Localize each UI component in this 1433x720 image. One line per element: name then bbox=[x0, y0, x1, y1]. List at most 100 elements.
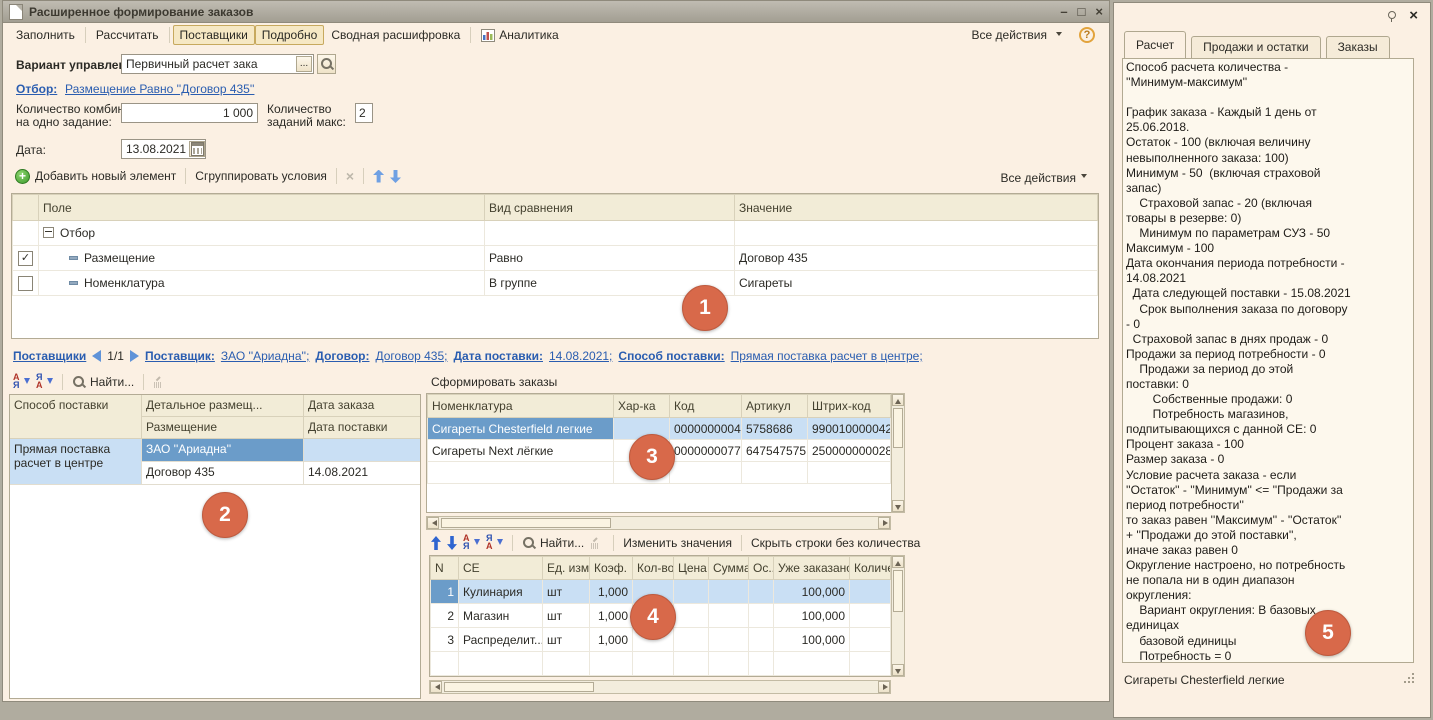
col-barcode[interactable]: Штрих-код bbox=[808, 395, 891, 418]
cell-delivery-date[interactable]: 14.08.2021 bbox=[304, 462, 421, 485]
tab-sales-and-stock[interactable]: Продажи и остатки bbox=[1191, 36, 1320, 58]
contract-value-link[interactable]: Договор 435; bbox=[375, 349, 447, 363]
combinations-input[interactable]: 1 000 bbox=[121, 103, 258, 123]
next-supplier-icon[interactable] bbox=[130, 350, 139, 362]
panel-close-button[interactable]: × bbox=[1409, 7, 1418, 24]
checkbox-checked[interactable]: ✓ bbox=[18, 251, 33, 266]
move-up-icon[interactable] bbox=[373, 170, 384, 183]
suppliers-toggle-button[interactable]: Поставщики bbox=[173, 25, 255, 45]
cell-delivery-method[interactable]: Прямая поставка расчет в центре bbox=[10, 439, 142, 485]
col-se[interactable]: СЕ bbox=[459, 557, 543, 580]
delivery-date-label-link[interactable]: Дата поставки: bbox=[453, 349, 543, 363]
delivery-method-value-link[interactable]: Прямая поставка расчет в центре; bbox=[731, 349, 923, 363]
scroll-left-button[interactable] bbox=[430, 681, 442, 693]
resize-grip[interactable] bbox=[1402, 671, 1416, 685]
cell-contract[interactable]: Договор 435 bbox=[142, 462, 304, 485]
all-actions-button[interactable]: Все действия bbox=[965, 25, 1069, 45]
filter-link-value[interactable]: Размещение Равно ''Договор 435'' bbox=[65, 82, 254, 96]
supplier-label-link[interactable]: Поставщик: bbox=[145, 349, 215, 363]
col-nomenclature[interactable]: Номенклатура bbox=[428, 395, 614, 418]
filter-row-nomenclature[interactable]: Номенклатура В группе Сигареты bbox=[13, 271, 1098, 296]
tab-calculation[interactable]: Расчет bbox=[1124, 31, 1186, 58]
scroll-thumb[interactable] bbox=[893, 570, 903, 612]
sort-ascending-icon[interactable]: АЯ bbox=[13, 374, 30, 390]
col-sum[interactable]: Сумма bbox=[709, 557, 749, 580]
help-icon[interactable]: ? bbox=[1079, 27, 1095, 43]
scroll-down-button[interactable] bbox=[892, 500, 904, 512]
analytics-button[interactable]: Аналитика bbox=[474, 25, 565, 45]
clear-search-icon[interactable] bbox=[590, 536, 604, 550]
col-delivery-method[interactable]: Способ поставки bbox=[10, 395, 142, 439]
col-placement[interactable]: Размещение bbox=[142, 417, 304, 439]
calendar-button[interactable] bbox=[189, 141, 205, 157]
ellipsis-button[interactable]: ... bbox=[296, 56, 312, 72]
hide-empty-rows-button[interactable]: Скрыть строки без количества bbox=[751, 536, 920, 550]
delete-icon[interactable]: × bbox=[346, 169, 354, 183]
cell-order-date[interactable] bbox=[304, 439, 421, 462]
prev-supplier-icon[interactable] bbox=[92, 350, 101, 362]
details-toggle-button[interactable]: Подробно bbox=[255, 25, 325, 45]
collapse-icon[interactable] bbox=[43, 227, 54, 238]
quantities-hscrollbar[interactable] bbox=[429, 680, 891, 694]
clear-search-icon[interactable] bbox=[153, 375, 167, 389]
nomenclature-hscrollbar[interactable] bbox=[426, 516, 891, 530]
col-delivery-date[interactable]: Дата поставки bbox=[304, 417, 421, 439]
col-qty[interactable]: Кол-во bbox=[633, 557, 674, 580]
supplier-value-link[interactable]: ЗАО ''Ариадна''; bbox=[221, 349, 310, 363]
move-up-icon[interactable] bbox=[431, 536, 441, 550]
calculation-text[interactable]: Способ расчета количества - ''Минимум-ма… bbox=[1122, 58, 1414, 663]
change-values-button[interactable]: Изменить значения bbox=[623, 536, 732, 550]
scroll-left-button[interactable] bbox=[427, 517, 439, 529]
col-already-ordered[interactable]: Уже заказано bbox=[774, 557, 850, 580]
scroll-up-button[interactable] bbox=[892, 394, 904, 406]
col-n[interactable]: N bbox=[431, 557, 459, 580]
scroll-thumb[interactable] bbox=[444, 682, 594, 692]
filter-col-comparison[interactable]: Вид сравнения bbox=[485, 195, 735, 221]
move-down-icon[interactable] bbox=[390, 170, 401, 183]
maximize-button[interactable]: □ bbox=[1078, 5, 1086, 18]
cell-placement-selected[interactable]: ЗАО ''Ариадна'' bbox=[142, 439, 304, 462]
bottom-find-button[interactable]: Найти... bbox=[522, 536, 584, 550]
pin-icon[interactable] bbox=[1386, 11, 1396, 21]
scroll-up-button[interactable] bbox=[892, 556, 904, 568]
minimize-button[interactable]: – bbox=[1060, 5, 1067, 18]
col-characteristic[interactable]: Хар-ка bbox=[614, 395, 670, 418]
filter-col-field[interactable]: Поле bbox=[39, 195, 485, 221]
col-quantity[interactable]: Количе bbox=[850, 557, 891, 580]
tasks-max-input[interactable]: 2 bbox=[355, 103, 373, 123]
checkbox-unchecked[interactable] bbox=[18, 276, 33, 291]
filter-row-placement[interactable]: ✓ Размещение Равно Договор 435 bbox=[13, 246, 1098, 271]
add-element-button[interactable]: + Добавить новый элемент bbox=[15, 169, 176, 184]
sort-ascending-icon[interactable]: АЯ bbox=[463, 535, 480, 551]
summary-button[interactable]: Сводная расшифровка bbox=[324, 25, 467, 45]
close-button[interactable]: × bbox=[1095, 5, 1103, 18]
filter-col-value[interactable]: Значение bbox=[735, 195, 1098, 221]
filter-all-actions-button[interactable]: Все действия bbox=[1001, 171, 1087, 185]
sort-descending-icon[interactable]: ЯА bbox=[486, 535, 503, 551]
suppliers-link[interactable]: Поставщики bbox=[13, 349, 86, 363]
variant-search-button[interactable] bbox=[317, 54, 336, 74]
calculate-button[interactable]: Рассчитать bbox=[89, 25, 166, 45]
scroll-down-button[interactable] bbox=[892, 664, 904, 676]
col-ost[interactable]: Ос... bbox=[749, 557, 774, 580]
col-coef[interactable]: Коэф. bbox=[590, 557, 633, 580]
group-conditions-button[interactable]: Сгруппировать условия bbox=[195, 169, 327, 183]
sort-descending-icon[interactable]: ЯА bbox=[36, 374, 53, 390]
quantities-vscrollbar[interactable] bbox=[891, 555, 905, 677]
delivery-date-value-link[interactable]: 14.08.2021; bbox=[549, 349, 612, 363]
filter-group-row[interactable]: Отбор bbox=[13, 221, 1098, 246]
nomenclature-vscrollbar[interactable] bbox=[891, 393, 905, 513]
col-order-date[interactable]: Дата заказа bbox=[304, 395, 421, 417]
col-code[interactable]: Код bbox=[670, 395, 742, 418]
move-down-icon[interactable] bbox=[447, 536, 457, 550]
col-article[interactable]: Артикул bbox=[742, 395, 808, 418]
col-price[interactable]: Цена bbox=[674, 557, 709, 580]
col-detailed-placement[interactable]: Детальное размещ... bbox=[142, 395, 304, 417]
left-find-button[interactable]: Найти... bbox=[72, 375, 134, 389]
scroll-right-button[interactable] bbox=[878, 517, 890, 529]
delivery-method-label-link[interactable]: Способ поставки: bbox=[618, 349, 724, 363]
scroll-right-button[interactable] bbox=[878, 681, 890, 693]
col-unit[interactable]: Ед. изм. bbox=[543, 557, 590, 580]
fill-button[interactable]: Заполнить bbox=[9, 25, 82, 45]
scroll-thumb[interactable] bbox=[893, 408, 903, 448]
